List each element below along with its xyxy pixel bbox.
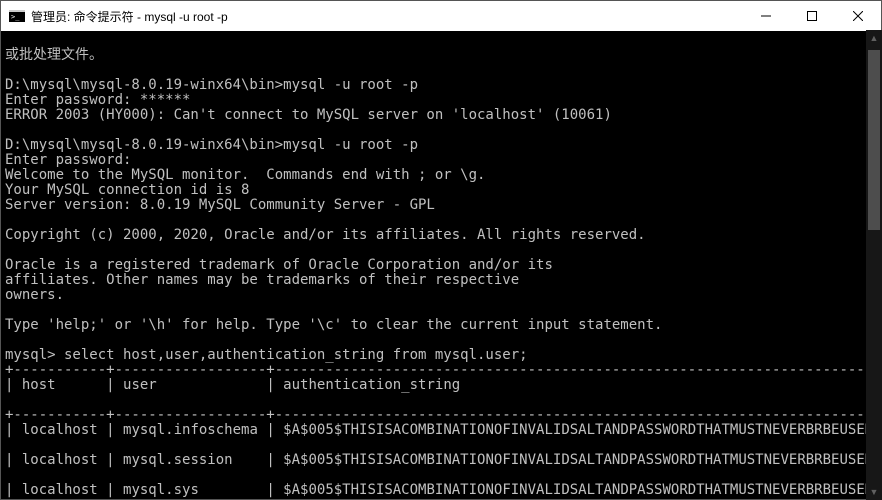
cell-auth: | $A$005$THISISACOMBINATIONOFINVALIDSALT… [266, 423, 881, 438]
terminal-line: Copyright (c) 2000, 2020, Oracle and/or … [5, 227, 646, 243]
scrollbar-thumb[interactable] [868, 50, 880, 230]
terminal-line: Oracle is a registered trademark of Orac… [5, 257, 553, 273]
terminal-line: ERROR 2003 (HY000): Can't connect to MyS… [5, 107, 612, 123]
cell-host: | localhost [5, 453, 106, 468]
cell-auth: | $A$005$THISISACOMBINATIONOFINVALIDSALT… [266, 453, 881, 468]
table-row: | localhost | mysql.session | $A$005$THI… [5, 453, 877, 468]
terminal-line: Enter password: ****** [5, 92, 190, 108]
table-row: | localhost | mysql.infoschema | $A$005$… [5, 423, 877, 438]
terminal-line: mysql> select host,user,authentication_s… [5, 347, 528, 363]
window-title: 管理员: 命令提示符 - mysql -u root -p [31, 8, 743, 25]
titlebar[interactable]: >_ 管理员: 命令提示符 - mysql -u root -p [1, 1, 881, 31]
cell-host: | localhost [5, 423, 106, 438]
terminal-area[interactable]: 或批处理文件。 D:\mysql\mysql-8.0.19-winx64\bin… [1, 31, 881, 499]
table-header-row: | host | user | authentication_string | [5, 378, 877, 393]
cell-user: | mysql.sys [106, 483, 266, 498]
maximize-button[interactable] [789, 1, 835, 31]
cmd-icon: >_ [9, 10, 25, 22]
scroll-up-icon[interactable]: ▲ [866, 30, 882, 46]
close-button[interactable] [835, 1, 881, 31]
table-row: | localhost | mysql.sys | $A$005$THISISA… [5, 483, 877, 498]
terminal-line: affiliates. Other names may be trademark… [5, 272, 519, 288]
terminal-line: Welcome to the MySQL monitor. Commands e… [5, 167, 485, 183]
svg-text:>_: >_ [11, 13, 20, 21]
vertical-scrollbar[interactable]: ▲ ▼ [866, 30, 882, 500]
cell-host: | localhost [5, 483, 106, 498]
terminal-line: Server version: 8.0.19 MySQL Community S… [5, 197, 435, 213]
window-controls [743, 1, 881, 31]
table-border: +-----------+------------------+--------… [5, 407, 881, 423]
cmd-window: >_ 管理员: 命令提示符 - mysql -u root -p 或批处理文件。… [0, 0, 882, 500]
terminal-line: Enter password: [5, 152, 131, 168]
terminal-line: Type 'help;' or '\h' for help. Type '\c'… [5, 317, 662, 333]
terminal-line: owners. [5, 287, 64, 303]
col-auth: | authentication_string | [266, 378, 881, 393]
terminal-line: D:\mysql\mysql-8.0.19-winx64\bin>mysql -… [5, 137, 418, 153]
terminal-line: 或批处理文件。 [5, 47, 103, 63]
terminal-line: Your MySQL connection id is 8 [5, 182, 249, 198]
col-user: | user [106, 378, 266, 393]
cell-auth: | $A$005$THISISACOMBINATIONOFINVALIDSALT… [266, 483, 881, 498]
minimize-button[interactable] [743, 1, 789, 31]
cell-user: | mysql.session [106, 453, 266, 468]
terminal-line: D:\mysql\mysql-8.0.19-winx64\bin>mysql -… [5, 77, 418, 93]
cell-user: | mysql.infoschema [106, 423, 266, 438]
scroll-down-icon[interactable]: ▼ [866, 484, 882, 500]
table-border: +-----------+------------------+--------… [5, 362, 881, 378]
col-host: | host [5, 378, 106, 393]
